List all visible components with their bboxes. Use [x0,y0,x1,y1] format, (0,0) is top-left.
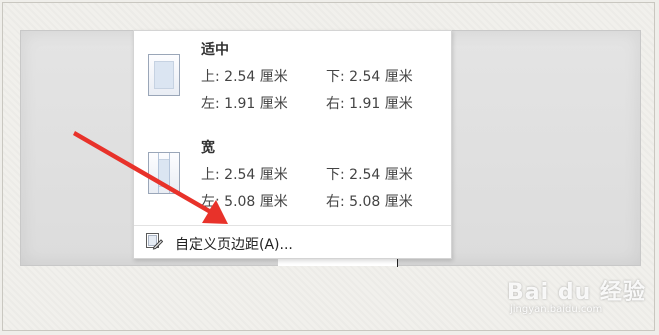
margin-preset-wide[interactable]: 宽 上: 2.54 厘米 下: 2.54 厘米 左: 5.08 厘米 右: 5.… [134,131,451,223]
baidu-jingyan-watermark: Bai du 经验 jingyan.baidu.com [505,272,655,322]
watermark-url: jingyan.baidu.com [510,304,603,315]
menu-separator [134,225,451,226]
preset-name: 适中 [201,42,229,58]
custom-margins-label: 自定义页边距(A)... [175,237,293,253]
margin-right-value: 右: 5.08 厘米 [326,194,413,210]
margin-left-value: 左: 5.08 厘米 [201,194,288,210]
preset-name: 宽 [201,140,215,156]
margin-left-value: 左: 1.91 厘米 [201,96,288,112]
page-margin-thumbnail-icon [148,54,180,96]
margins-dropdown-menu: 适中 上: 2.54 厘米 下: 2.54 厘米 左: 1.91 厘米 右: 1… [133,30,452,259]
margin-top-value: 上: 2.54 厘米 [201,167,288,183]
page-margin-wide-thumbnail-icon [148,152,180,194]
margin-preset-moderate[interactable]: 适中 上: 2.54 厘米 下: 2.54 厘米 左: 1.91 厘米 右: 1… [134,33,451,125]
margin-top-value: 上: 2.54 厘米 [201,69,288,85]
margin-bottom-value: 下: 2.54 厘米 [326,69,413,85]
watermark-brand: Bai du 经验 [507,280,646,305]
custom-margins-icon [146,233,163,250]
margin-right-value: 右: 1.91 厘米 [326,96,413,112]
custom-margins-menu-item[interactable]: 自定义页边距(A)... [134,227,451,257]
margin-bottom-value: 下: 2.54 厘米 [326,167,413,183]
